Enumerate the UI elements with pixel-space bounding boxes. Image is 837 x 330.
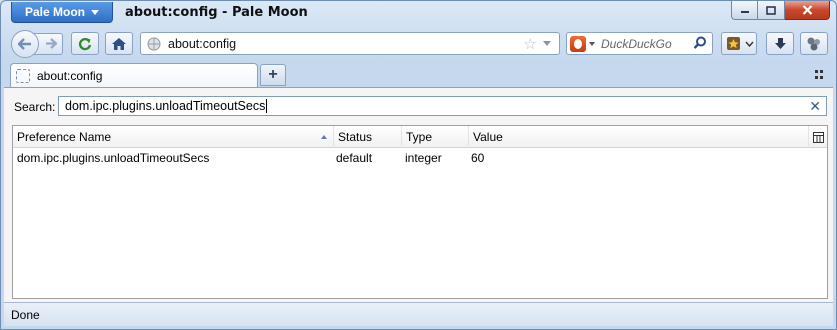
bookmarks-menu-button[interactable] [721,32,757,55]
url-history-dropdown[interactable] [543,41,551,46]
tab-about-config[interactable]: about:config [10,63,258,87]
duckduckgo-logo-icon[interactable] [570,35,586,52]
maximize-button[interactable] [758,1,785,20]
column-header-status[interactable]: Status [334,126,402,148]
window-controls [731,1,830,20]
pref-name-cell: dom.ipc.plugins.unloadTimeoutSecs [17,151,210,165]
table-header: Preference Name Status Type Value [13,126,827,148]
download-arrow-icon [774,37,786,49]
maximize-icon [766,5,776,15]
back-button[interactable] [11,29,39,58]
bookmark-star-icon[interactable]: ☆ [524,35,537,53]
column-header-name[interactable]: Preference Name [13,126,334,148]
column-header-type[interactable]: Type [402,126,469,148]
column-picker-icon [812,131,824,143]
plus-icon: + [268,66,278,83]
browser-window: Pale Moon about:config - Pale Moon about… [0,0,837,330]
page-content: Search: dom.ipc.plugins.unloadTimeoutSec… [4,87,833,302]
pref-value-cell: 60 [471,151,485,165]
addons-button[interactable] [800,32,828,55]
reload-button[interactable] [71,32,99,55]
column-header-name-label: Preference Name [17,130,112,144]
tab-label: about:config [37,68,103,83]
back-forward-group [11,29,63,58]
new-tab-button[interactable]: + [260,64,286,86]
chevron-down-icon [91,9,99,15]
clear-search-icon[interactable]: ✕ [809,98,821,115]
minimize-icon [740,11,749,13]
status-bar: Done [4,302,833,326]
reload-icon [78,37,92,50]
search-label-text: Search: [14,100,56,114]
column-picker-button[interactable] [809,126,827,148]
app-menu-button[interactable]: Pale Moon [11,2,113,23]
minimize-button[interactable] [731,1,758,20]
search-placeholder: DuckDuckGo [601,36,672,51]
sort-ascending-icon [321,135,327,139]
list-all-tabs-icon[interactable] [815,70,824,79]
search-label: Search: [14,100,55,114]
url-bar[interactable]: about:config ☆ [140,32,560,55]
preferences-table: Preference Name Status Type Value dom.ip… [12,125,828,299]
chevron-down-icon [745,41,754,47]
search-input-value: dom.ipc.plugins.unloadTimeoutSecs [65,99,266,113]
table-row[interactable]: dom.ipc.plugins.unloadTimeoutSecs defaul… [13,148,827,168]
bookmarks-icon [727,37,740,50]
url-text: about:config [168,36,237,51]
globe-icon [147,37,161,50]
search-input[interactable]: dom.ipc.plugins.unloadTimeoutSecs ✕ [58,96,827,116]
forward-arrow-icon [45,38,57,49]
page-favicon-icon [16,68,30,83]
search-icon[interactable] [693,36,707,53]
pref-type-cell: integer [405,151,442,165]
search-bar[interactable]: DuckDuckGo [566,32,713,55]
home-icon [112,37,126,50]
home-button[interactable] [105,32,133,55]
status-text: Done [11,308,40,322]
back-arrow-icon [18,37,31,50]
pref-status-cell: default [336,151,373,165]
text-cursor [266,99,268,113]
puzzle-piece-icon [807,37,820,50]
column-header-value[interactable]: Value [469,126,809,148]
close-window-button[interactable] [785,1,830,20]
window-title: about:config - Pale Moon [125,5,308,20]
app-menu-label: Pale Moon [24,5,85,19]
downloads-button[interactable] [766,32,794,55]
search-engine-dropdown[interactable] [589,41,595,46]
close-icon [802,5,812,15]
